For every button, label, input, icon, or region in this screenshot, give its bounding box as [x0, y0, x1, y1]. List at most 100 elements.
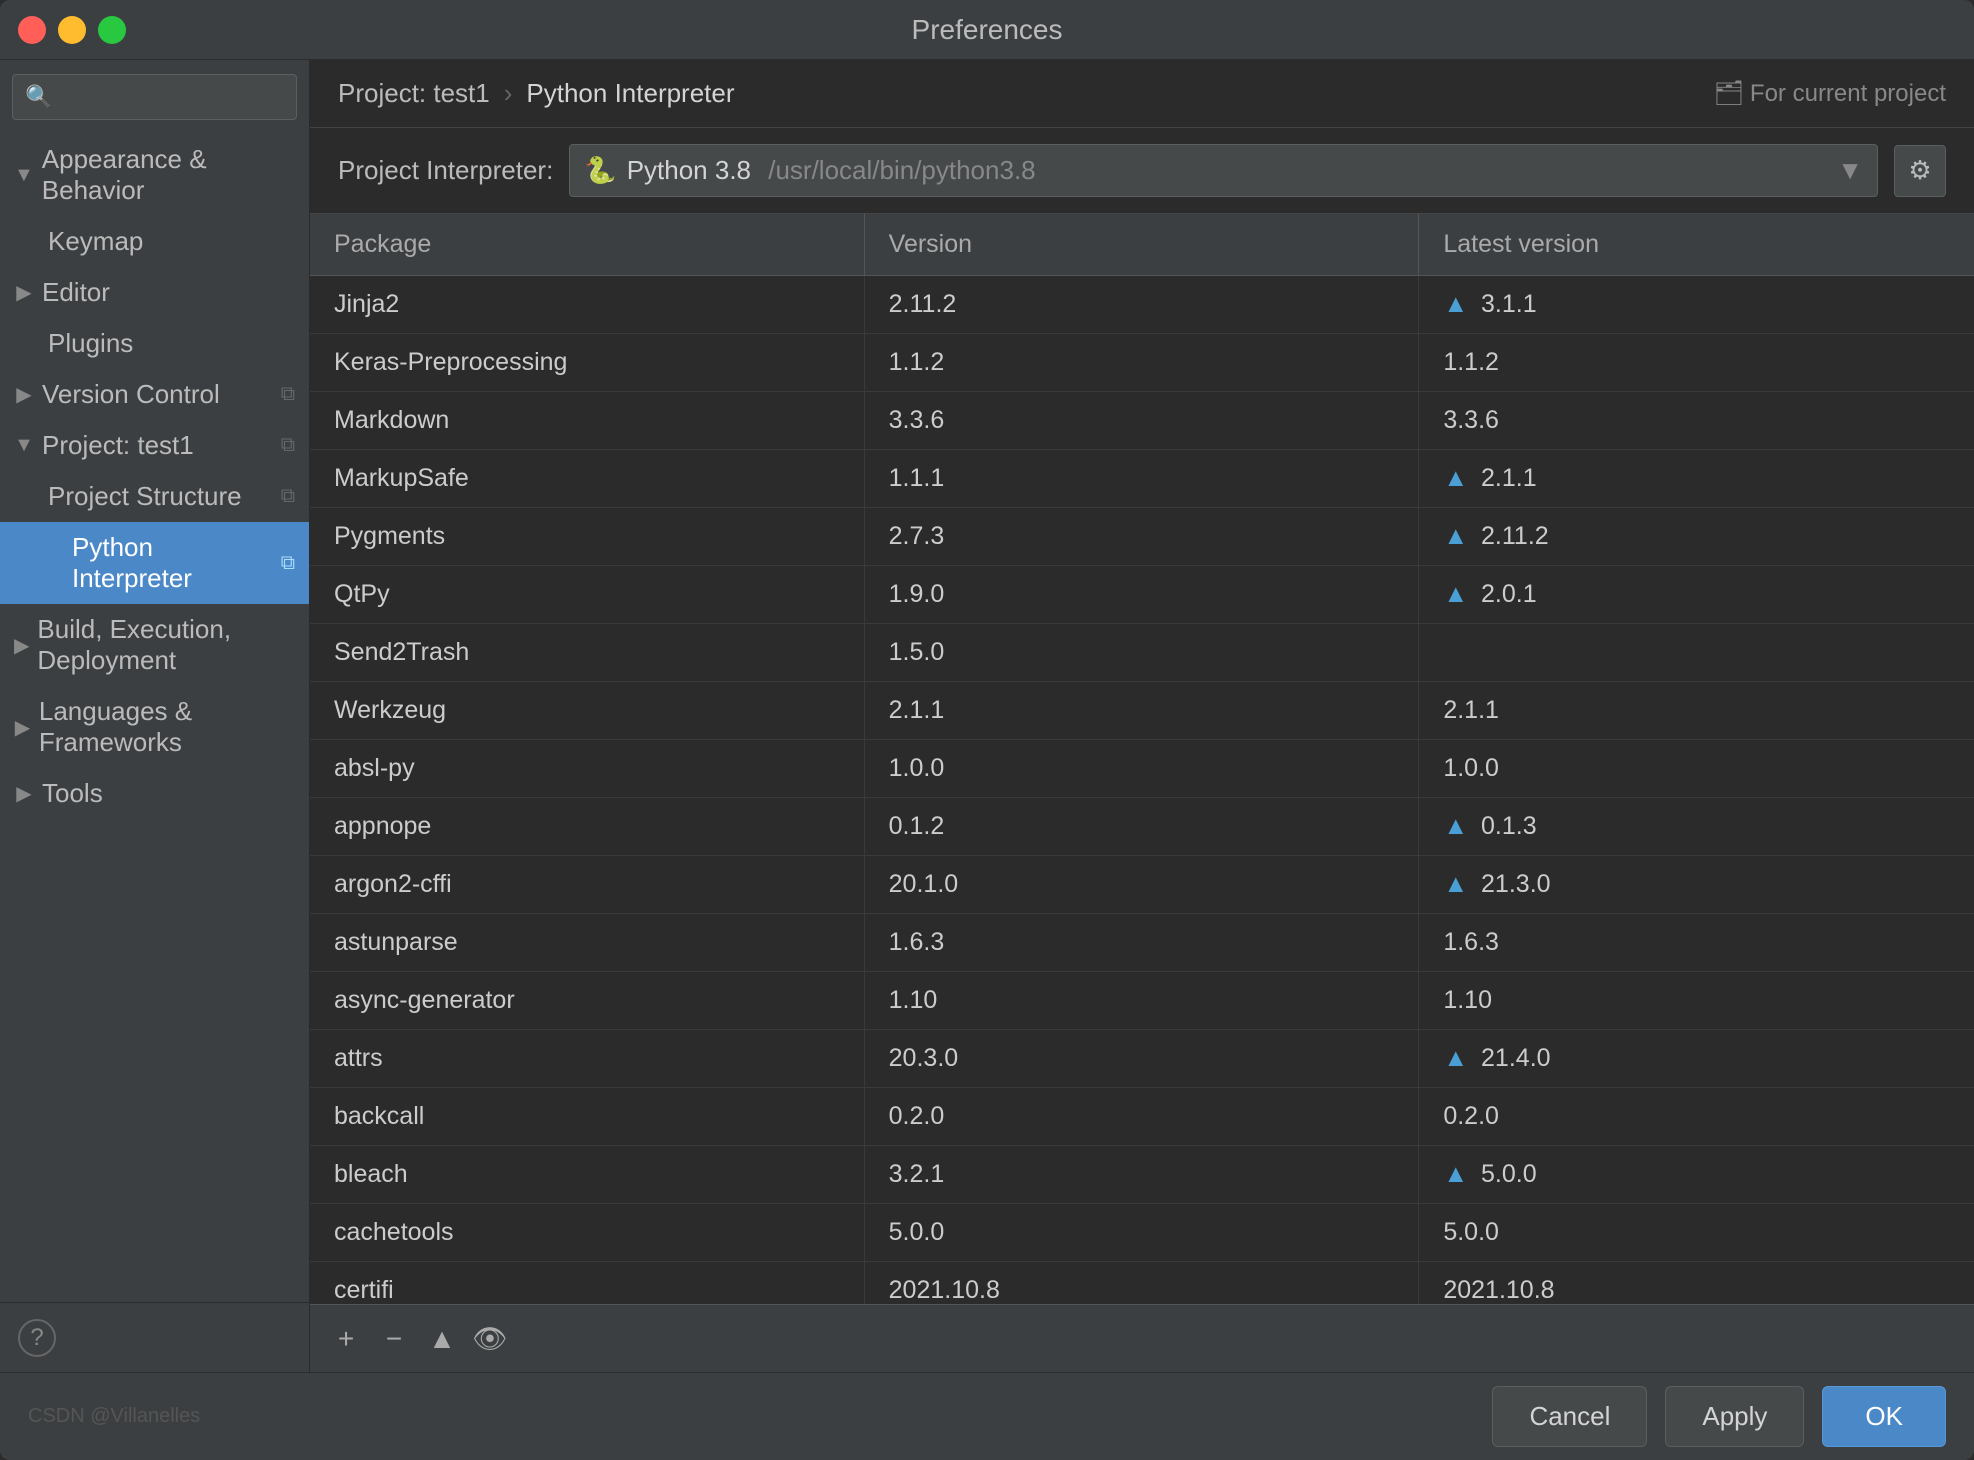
gear-button[interactable]: ⚙: [1894, 145, 1946, 197]
table-row[interactable]: backcall0.2.00.2.0: [310, 1088, 1974, 1146]
table-row[interactable]: QtPy1.9.0▲ 2.0.1: [310, 566, 1974, 624]
sidebar-item-label: Project: test1: [42, 430, 194, 461]
cell-package: absl-py: [310, 740, 865, 797]
cell-latest: ▲ 2.11.2: [1419, 508, 1974, 565]
search-input[interactable]: [60, 83, 284, 111]
cell-latest: 0.2.0: [1419, 1088, 1974, 1145]
cell-latest: [1419, 624, 1974, 681]
table-row[interactable]: Pygments2.7.3▲ 2.11.2: [310, 508, 1974, 566]
footer: CSDN @Villanelles Cancel Apply OK: [0, 1372, 1974, 1460]
cell-latest: 1.0.0: [1419, 740, 1974, 797]
maximize-button[interactable]: [98, 16, 126, 44]
copy-icon: ⧉: [281, 383, 295, 406]
cell-package: Pygments: [310, 508, 865, 565]
ok-button[interactable]: OK: [1822, 1386, 1946, 1447]
table-row[interactable]: argon2-cffi20.1.0▲ 21.3.0: [310, 856, 1974, 914]
upgrade-arrow-icon: ▲: [1443, 1160, 1475, 1188]
sidebar-item-build-execution[interactable]: ▶ Build, Execution, Deployment: [0, 604, 309, 686]
interpreter-row: Project Interpreter: 🐍 Python 3.8 /usr/l…: [310, 128, 1974, 214]
cell-version: 20.3.0: [865, 1030, 1420, 1087]
sidebar-item-languages-frameworks[interactable]: ▶ Languages & Frameworks: [0, 686, 309, 768]
table-row[interactable]: Markdown3.3.63.3.6: [310, 392, 1974, 450]
sidebar: 🔍 ▼ Appearance & Behavior Keymap ▶ Edito…: [0, 60, 310, 1372]
upgrade-package-button[interactable]: ▲: [420, 1317, 464, 1361]
cell-package: cachetools: [310, 1204, 865, 1261]
sidebar-item-project-test1[interactable]: ▼ Project: test1 ⧉: [0, 420, 309, 471]
table-row[interactable]: appnope0.1.2▲ 0.1.3: [310, 798, 1974, 856]
close-button[interactable]: [18, 16, 46, 44]
table-body: Jinja22.11.2▲ 3.1.1Keras-Preprocessing1.…: [310, 276, 1974, 1304]
upgrade-arrow-icon: ▲: [1443, 464, 1475, 492]
table-row[interactable]: absl-py1.0.01.0.0: [310, 740, 1974, 798]
cell-latest: 3.3.6: [1419, 392, 1974, 449]
cell-latest: 1.1.2: [1419, 334, 1974, 391]
cell-package: Markdown: [310, 392, 865, 449]
search-box[interactable]: 🔍: [12, 74, 297, 120]
cell-package: MarkupSafe: [310, 450, 865, 507]
table-row[interactable]: Werkzeug2.1.12.1.1: [310, 682, 1974, 740]
cell-version: 1.1.2: [865, 334, 1420, 391]
table-row[interactable]: attrs20.3.0▲ 21.4.0: [310, 1030, 1974, 1088]
apply-button[interactable]: Apply: [1665, 1386, 1804, 1447]
remove-package-button[interactable]: −: [372, 1317, 416, 1361]
preferences-window: Preferences 🔍 ▼ Appearance & Behavior Ke…: [0, 0, 1974, 1460]
upgrade-arrow-icon: ▲: [1443, 522, 1475, 550]
sidebar-nav: ▼ Appearance & Behavior Keymap ▶ Editor …: [0, 134, 309, 1302]
sidebar-bottom: ?: [0, 1302, 309, 1372]
table-row[interactable]: certifi2021.10.82021.10.8: [310, 1262, 1974, 1304]
watermark: CSDN @Villanelles: [28, 1405, 200, 1428]
table-row[interactable]: astunparse1.6.31.6.3: [310, 914, 1974, 972]
cell-package: argon2-cffi: [310, 856, 865, 913]
sidebar-item-keymap[interactable]: Keymap: [0, 216, 309, 267]
sidebar-item-plugins[interactable]: Plugins: [0, 318, 309, 369]
cell-package: Jinja2: [310, 276, 865, 333]
table-row[interactable]: Send2Trash1.5.0: [310, 624, 1974, 682]
th-package: Package: [310, 214, 865, 275]
cell-version: 1.5.0: [865, 624, 1420, 681]
interpreter-select[interactable]: 🐍 Python 3.8 /usr/local/bin/python3.8 ▼: [569, 144, 1878, 197]
sidebar-item-appearance-behavior[interactable]: ▼ Appearance & Behavior: [0, 134, 309, 216]
cell-package: appnope: [310, 798, 865, 855]
add-package-button[interactable]: +: [324, 1317, 368, 1361]
cell-package: certifi: [310, 1262, 865, 1304]
cell-version: 1.6.3: [865, 914, 1420, 971]
table-row[interactable]: Jinja22.11.2▲ 3.1.1: [310, 276, 1974, 334]
cell-version: 0.1.2: [865, 798, 1420, 855]
table-row[interactable]: MarkupSafe1.1.1▲ 2.1.1: [310, 450, 1974, 508]
cell-package: Send2Trash: [310, 624, 865, 681]
cell-version: 3.3.6: [865, 392, 1420, 449]
cell-version: 1.10: [865, 972, 1420, 1029]
cell-version: 2021.10.8: [865, 1262, 1420, 1304]
table-row[interactable]: Keras-Preprocessing1.1.21.1.2: [310, 334, 1974, 392]
cell-version: 2.11.2: [865, 276, 1420, 333]
search-icon: 🔍: [25, 84, 52, 110]
table-row[interactable]: async-generator1.101.10: [310, 972, 1974, 1030]
cell-latest: ▲ 21.4.0: [1419, 1030, 1974, 1087]
breadcrumb-project: Project: test1: [338, 78, 490, 109]
th-latest: Latest version: [1419, 214, 1974, 275]
cell-package: backcall: [310, 1088, 865, 1145]
python-emoji-icon: 🐍: [584, 155, 616, 186]
sidebar-item-version-control[interactable]: ▶ Version Control ⧉: [0, 369, 309, 420]
upgrade-arrow-icon: ▲: [1443, 580, 1475, 608]
upgrade-arrow-icon: ▲: [1443, 290, 1475, 318]
cell-version: 2.7.3: [865, 508, 1420, 565]
sidebar-item-python-interpreter[interactable]: Python Interpreter ⧉: [0, 522, 309, 604]
minimize-button[interactable]: [58, 16, 86, 44]
table-row[interactable]: cachetools5.0.05.0.0: [310, 1204, 1974, 1262]
sidebar-item-project-structure[interactable]: Project Structure ⧉: [0, 471, 309, 522]
for-current-project-button[interactable]: 🗂 For current project: [1713, 79, 1946, 108]
package-table-container: Package Version Latest version Jinja22.1…: [310, 214, 1974, 1372]
sidebar-item-tools[interactable]: ▶ Tools: [0, 768, 309, 819]
for-project-label: For current project: [1750, 80, 1946, 108]
project-icon: 🗂: [1713, 79, 1743, 108]
cell-latest: ▲ 0.1.3: [1419, 798, 1974, 855]
view-package-button[interactable]: 👁: [468, 1317, 512, 1361]
sidebar-item-editor[interactable]: ▶ Editor: [0, 267, 309, 318]
cell-version: 20.1.0: [865, 856, 1420, 913]
table-row[interactable]: bleach3.2.1▲ 5.0.0: [310, 1146, 1974, 1204]
cancel-button[interactable]: Cancel: [1492, 1386, 1647, 1447]
help-button[interactable]: ?: [18, 1319, 56, 1357]
sidebar-item-label: Appearance & Behavior: [42, 144, 295, 206]
cell-package: async-generator: [310, 972, 865, 1029]
